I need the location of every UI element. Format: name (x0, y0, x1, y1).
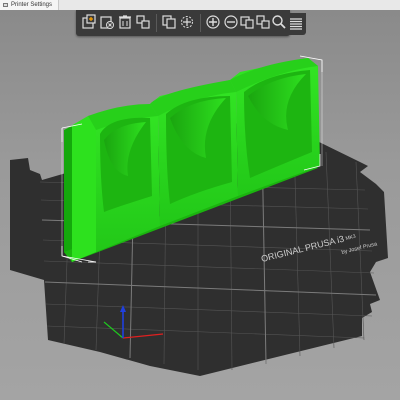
split-parts-icon (256, 15, 270, 29)
toolbar-separator (156, 14, 157, 32)
3d-viewport[interactable]: ORIGINAL PRUSA i3 MK3 by Josef Prusa (0, 10, 400, 400)
copy-button[interactable] (160, 13, 178, 31)
layers-editing-icon (290, 18, 302, 30)
tab-printer-settings[interactable]: Printer Settings (0, 0, 60, 10)
window-icon (3, 3, 8, 7)
remove-instance-icon (224, 15, 238, 29)
delete-icon (100, 16, 114, 29)
paste-icon (181, 16, 193, 28)
delete-all-icon (119, 15, 131, 29)
add-instance-icon (206, 15, 220, 29)
split-objects-icon (240, 16, 254, 29)
add-instance-button[interactable] (204, 13, 222, 31)
add-button[interactable] (80, 13, 98, 31)
delete-button[interactable] (98, 13, 116, 31)
scene: ORIGINAL PRUSA i3 MK3 by Josef Prusa (10, 55, 388, 376)
add-icon (82, 14, 96, 29)
tab-label: Printer Settings (11, 2, 53, 8)
delete-all-button[interactable] (116, 13, 134, 31)
layers-editing-button[interactable] (286, 13, 306, 35)
search-icon (272, 15, 286, 29)
toolbar-separator (200, 14, 201, 32)
top-toolbar (76, 10, 290, 36)
arrange-icon (136, 15, 150, 29)
paste-button[interactable] (178, 13, 196, 31)
arrange-button[interactable] (134, 13, 152, 31)
copy-icon (162, 15, 176, 29)
